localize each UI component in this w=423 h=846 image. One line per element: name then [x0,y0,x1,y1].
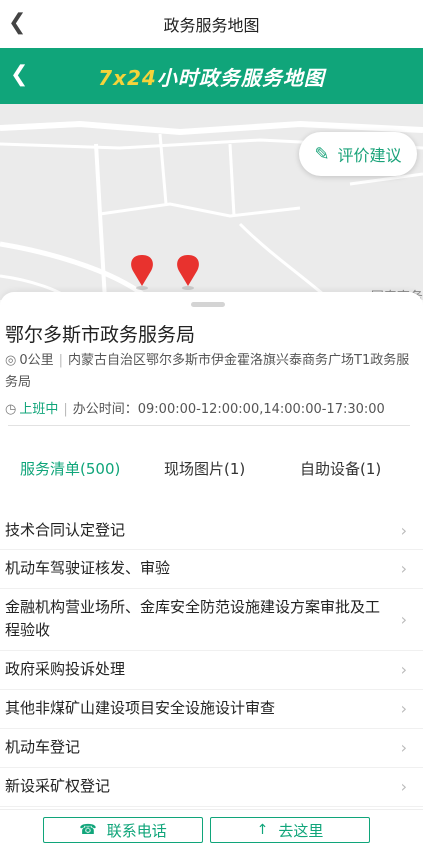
divider [8,425,410,426]
chevron-right-icon: › [400,559,407,578]
separator: | [58,353,64,368]
contact-phone-label: 联系电话 [106,821,167,840]
service-item-label: 其他非煤矿山建设项目安全设施设计审查 [5,699,276,717]
service-item-label: 机动车驾驶证核发、审验 [5,559,171,577]
tab-site-photos[interactable]: 现场图片(1) [164,458,245,479]
service-item[interactable]: 机动车登记 › [0,729,423,768]
navigate-here-button[interactable]: ↑ 去这里 [210,817,370,843]
navigate-here-label: 去这里 [278,821,324,840]
service-item[interactable]: 机动车驾驶证核发、审验 › [0,550,423,589]
hours-line: ◷ 上班中 | 办公时间：09:00:00-12:00:00,14:00:00-17:… [5,398,385,417]
drag-handle[interactable] [191,302,225,307]
status-badge: 上班中 [19,402,59,417]
banner-back-icon[interactable]: ❮ [10,64,28,86]
bottom-action-bar: ☎ 联系电话 ↑ 去这里 [0,809,423,846]
detail-sheet: 鄂尔多斯市政务服务局 ◎ 0公里 | 内蒙古自治区鄂尔多斯市伊金霍洛旗兴泰商务广场T1… [0,292,423,845]
service-item[interactable]: 新设采矿权登记 › [0,768,423,807]
address-text: 内蒙古自治区鄂尔多斯市伊金霍洛旗兴泰商务广场T1政务服务局 [5,353,410,390]
navigation-arrow-icon: ↑ [256,822,269,838]
back-chevron-icon[interactable]: ❮ [8,12,26,34]
service-map-banner: ❮ 7x24小时政务服务地图 [0,48,423,104]
tab-bar: 服务清单(500) 现场图片(1) 自助设备(1) [0,450,423,490]
chevron-right-icon: › [400,699,407,718]
evaluate-suggestion-button[interactable]: ✎ 评价建议 [299,132,417,176]
service-item-label: 新设采矿权登记 [5,777,111,795]
evaluate-label: 评价建议 [337,146,402,165]
chevron-right-icon: › [400,738,407,757]
page-title: 政务服务地图 [163,16,260,35]
service-item[interactable]: 金融机构营业场所、金库安全防范设施建设方案审批及工程验收 › [0,589,423,651]
chevron-right-icon: › [400,660,407,679]
service-item-label: 政府采购投诉处理 [5,660,126,678]
service-item[interactable]: 政府采购投诉处理 › [0,651,423,690]
chevron-right-icon: › [400,521,407,540]
org-name: 鄂尔多斯市政务服务局 [5,324,196,346]
service-item[interactable]: 其他非煤矿山建设项目安全设施设计审查 › [0,690,423,729]
pen-icon: ✎ [314,143,330,165]
service-item[interactable]: 技术合同认定登记 › [0,513,423,550]
banner-title-highlight: 7x24 [98,65,157,90]
service-item-label: 金融机构营业场所、金库安全防范设施建设方案审批及工程验收 [5,598,381,639]
distance: 0公里 [19,353,54,368]
clock-icon: ◷ [5,402,17,417]
tab-service-list[interactable]: 服务清单(500) [20,458,120,479]
contact-phone-button[interactable]: ☎ 联系电话 [43,817,203,843]
banner-title-rest: 小时政务服务地图 [156,65,325,90]
service-list: 技术合同认定登记 › 机动车驾驶证核发、审验 › 金融机构营业场所、金库安全防范设施… [0,513,423,807]
phone-icon: ☎ [79,822,97,838]
chevron-right-icon: › [400,609,407,629]
banner-title: 7x24小时政务服务地图 [98,62,325,91]
chevron-right-icon: › [400,777,407,796]
service-item-label: 技术合同认定登记 [5,521,126,539]
location-icon: ◎ [5,353,17,368]
office-hours: 办公时间：09:00:00-12:00:00,14:00:00-17:30:00 [72,402,385,417]
top-nav-bar: ❮ 政务服务地图 [0,0,423,48]
address-line: ◎ 0公里 | 内蒙古自治区鄂尔多斯市伊金霍洛旗兴泰商务广场T1政务服务局 [5,350,415,394]
service-item-label: 机动车登记 [5,738,81,756]
tab-self-service-devices[interactable]: 自助设备(1) [300,458,381,479]
separator: | [63,402,68,417]
